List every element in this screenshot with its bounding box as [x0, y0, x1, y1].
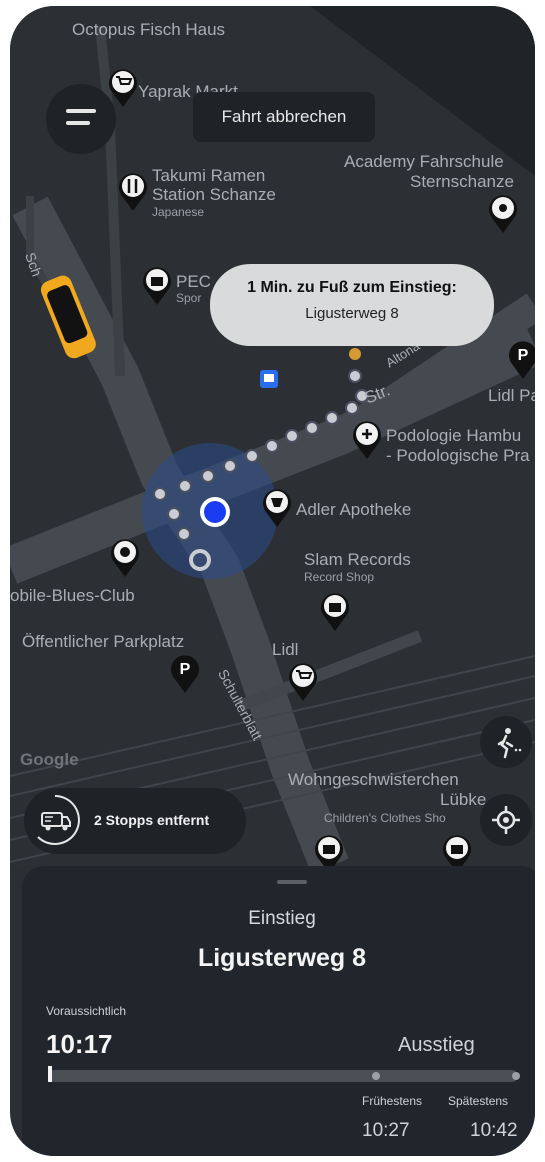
pin-bag-icon-slam[interactable]: [318, 590, 352, 632]
place-podologie-line2: - Podologische Pra: [386, 446, 530, 465]
walk-info-address: Ligusterweg 8: [305, 305, 399, 322]
phone-screen: Octopus Fisch Haus Yaprak Markt Takumi R…: [10, 6, 535, 1156]
pickup-address: Ligusterweg 8: [197, 944, 367, 972]
earliest-label: Frühestens: [362, 1094, 423, 1108]
place-takumi-line2: Station Schanze: [152, 185, 276, 204]
place-wohngeschwisterchen: Wohngeschwisterchen: [288, 770, 459, 789]
walking-mode-button[interactable]: [480, 716, 532, 768]
place-takumi: Takumi Ramen: [152, 166, 266, 185]
place-parkplatz: Öffentlicher Parkplatz: [22, 632, 185, 651]
stops-away-label: 2 Stopps entfernt: [94, 812, 210, 828]
pin-bag-icon[interactable]: [140, 264, 174, 306]
pin-theater-icon[interactable]: [108, 536, 142, 578]
timeline-earliest-dot: [372, 1072, 380, 1080]
place-adler-apotheke: Adler Apotheke: [296, 500, 412, 519]
place-lidl-pa: Lidl Pa: [488, 386, 535, 405]
latest-time: 10:42: [470, 1120, 518, 1141]
menu-icon-bar-top: [66, 109, 96, 113]
place-takumi-type: Japanese: [152, 205, 205, 219]
stops-away-chip[interactable]: 2 Stopps entfernt: [24, 788, 246, 854]
menu-icon-bar-bottom: [66, 121, 90, 125]
svg-text:P: P: [518, 347, 529, 364]
pin-cart-icon-lidl[interactable]: [286, 660, 320, 702]
place-academy-line2: Sternschanze: [410, 172, 514, 191]
estimated-label: Voraussichtlich: [46, 1004, 127, 1018]
estimated-time: 10:17: [46, 1029, 113, 1059]
place-academy: Academy Fahrschule: [344, 152, 504, 171]
cancel-ride-button[interactable]: Fahrt abbrechen: [193, 92, 375, 142]
pickup-title: Einstieg: [248, 908, 316, 929]
locate-me-button[interactable]: [480, 794, 532, 846]
svg-text:P: P: [180, 661, 191, 678]
sheet-drag-handle[interactable]: [277, 880, 307, 884]
locate-icon: [492, 806, 520, 834]
walk-info-bubble: 1 Min. zu Fuß zum Einstieg: Ligusterweg …: [210, 264, 494, 346]
timeline-track: [48, 1070, 518, 1082]
timeline-now-marker: [48, 1066, 52, 1082]
walk-info-title: 1 Min. zu Fuß zum Einstieg:: [247, 279, 457, 296]
place-slam-type: Record Shop: [304, 570, 375, 584]
place-octopus: Octopus Fisch Haus: [72, 20, 226, 39]
walking-icon: [497, 728, 522, 759]
earliest-time: 10:27: [362, 1120, 410, 1141]
pin-pharmacy-icon[interactable]: [260, 486, 294, 528]
menu-button[interactable]: [46, 84, 116, 154]
place-lidl: Lidl: [272, 640, 299, 659]
google-logo: Google: [20, 750, 79, 769]
van-stops-icon: [37, 795, 80, 845]
place-slam-records: Slam Records: [304, 550, 411, 569]
place-childrens-clothes: Children's Clothes Sho: [324, 811, 446, 825]
pin-parking-icon-2[interactable]: P: [168, 652, 202, 694]
latest-label: Spätestens: [448, 1094, 509, 1108]
place-podologie: Podologie Hambu: [386, 426, 522, 445]
ride-info-sheet[interactable]: Einstieg Ligusterweg 8 Voraussichtlich 1…: [22, 866, 535, 1156]
timeline-latest-dot: [512, 1072, 520, 1080]
pin-marker-icon[interactable]: [486, 192, 520, 234]
pin-parking-icon[interactable]: P: [506, 338, 535, 380]
place-pec: PEC: [176, 272, 211, 291]
place-pec-type: Spor: [176, 291, 202, 305]
place-blues-club: obile-Blues-Club: [10, 586, 135, 605]
pin-cutlery-icon[interactable]: [116, 170, 150, 212]
pin-medical-icon[interactable]: [350, 418, 384, 460]
dropoff-label: Ausstieg: [398, 1034, 475, 1056]
